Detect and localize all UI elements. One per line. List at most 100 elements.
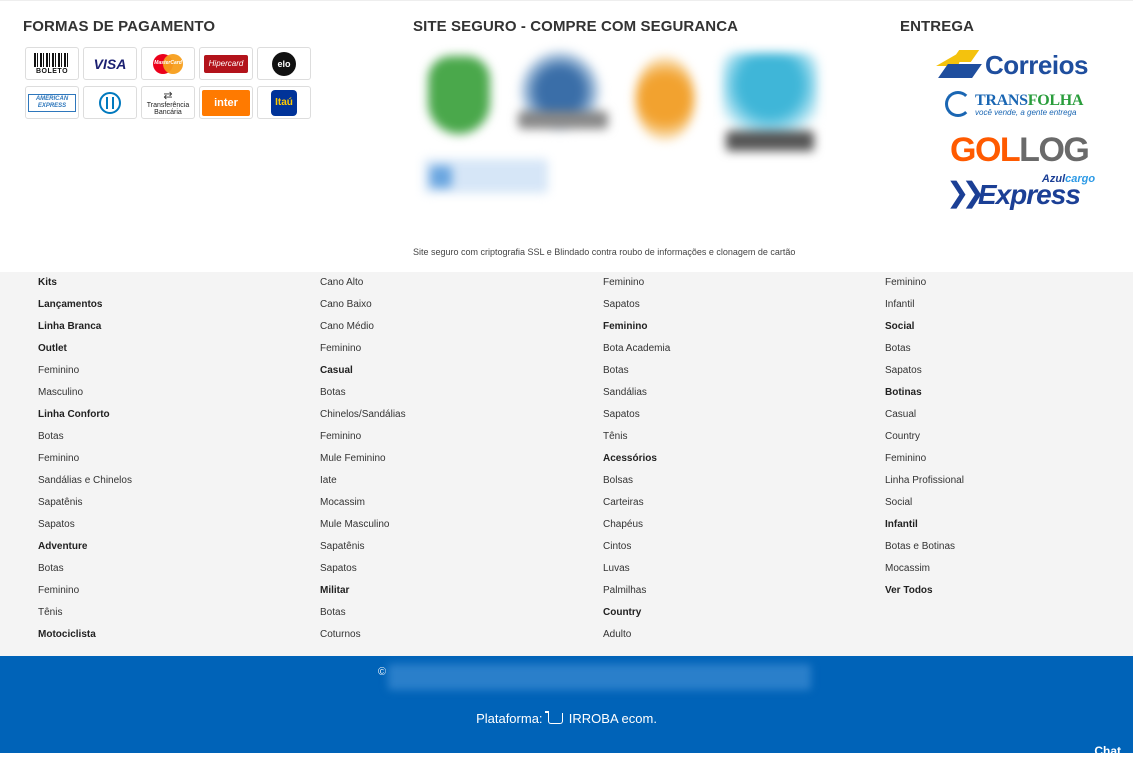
category-link[interactable]: Ver Todos	[885, 580, 964, 602]
category-link[interactable]: Sandálias	[603, 382, 670, 404]
payment-inter: inter	[199, 86, 253, 119]
category-link[interactable]: Lançamentos	[38, 294, 132, 316]
category-link[interactable]: Cano Baixo	[320, 294, 406, 316]
category-link[interactable]: Feminino	[603, 272, 670, 294]
category-column-2: Cano Alto Cano Baixo Cano Médio Feminino Cas…	[320, 272, 406, 646]
category-link[interactable]: Tênis	[603, 426, 670, 448]
cart-icon	[545, 711, 564, 725]
category-link[interactable]: Bolsas	[603, 470, 670, 492]
category-link[interactable]: Feminino	[885, 272, 964, 294]
category-link[interactable]: Kits	[38, 272, 132, 294]
category-link[interactable]: Luvas	[603, 558, 670, 580]
transfer-label-1: Transferência	[146, 101, 190, 109]
category-link[interactable]: Cintos	[603, 536, 670, 558]
category-link[interactable]: Infantil	[885, 294, 964, 316]
platform-name: IRROBA ecom.	[568, 711, 657, 726]
category-link[interactable]: Botas	[38, 558, 132, 580]
category-link[interactable]: Carteiras	[603, 492, 670, 514]
elo-logo: elo	[272, 51, 296, 76]
category-link[interactable]: Country	[603, 602, 670, 624]
category-link[interactable]: Linha Branca	[38, 316, 132, 338]
chat-button[interactable]: Chat	[1094, 744, 1121, 758]
itau-logo: Itaú	[271, 89, 297, 116]
correios-label: Correios	[985, 49, 1088, 80]
category-link[interactable]: Adventure	[38, 536, 132, 558]
payment-mastercard: MasterCard	[141, 47, 195, 80]
category-link[interactable]: Botas	[320, 602, 406, 624]
category-link[interactable]: Iate	[320, 470, 406, 492]
hipercard-logo: Hipercard	[204, 54, 248, 73]
category-link[interactable]: Sapatos	[885, 360, 964, 382]
category-link[interactable]: Sapatos	[38, 514, 132, 536]
category-link[interactable]: Coturnos	[320, 624, 406, 646]
delivery-title: ENTREGA	[900, 18, 975, 35]
category-link[interactable]: Palmilhas	[603, 580, 670, 602]
category-link[interactable]: Feminino	[38, 580, 132, 602]
amex-label-1: AMERICAN	[35, 95, 69, 102]
category-link[interactable]: Mule Masculino	[320, 514, 406, 536]
category-link[interactable]: Linha Profissional	[885, 470, 964, 492]
category-link[interactable]: Sapatos	[603, 294, 670, 316]
payment-bank-transfer: ⇄ Transferência Bancária	[141, 86, 195, 119]
category-link[interactable]: Motociclista	[38, 624, 132, 646]
category-link[interactable]: Feminino	[320, 426, 406, 448]
category-link[interactable]: Chapéus	[603, 514, 670, 536]
category-link[interactable]: Chinelos/Sandálias	[320, 404, 406, 426]
transfer-label-2: Bancária	[154, 108, 182, 116]
category-link[interactable]: Botas	[603, 360, 670, 382]
category-link[interactable]: Sapatos	[320, 558, 406, 580]
category-link[interactable]: Masculino	[38, 382, 132, 404]
bottom-footer: © Plataforma: IRROBA ecom. Chat	[0, 656, 1133, 758]
inter-logo: inter	[202, 89, 250, 116]
security-seal-shield-icon	[428, 56, 490, 134]
category-link[interactable]: Feminino	[38, 360, 132, 382]
category-link[interactable]: Botas e Botinas	[885, 536, 964, 558]
category-link[interactable]: Sapatênis	[38, 492, 132, 514]
payment-visa: VISA	[83, 47, 137, 80]
boleto-label: BOLETO	[35, 67, 69, 75]
gollog-label-b: LOG	[1019, 131, 1090, 169]
gollog-logo: GOL LOG	[950, 131, 1090, 170]
category-link[interactable]: Feminino	[885, 448, 964, 470]
mastercard-label: MasterCard	[154, 59, 182, 66]
category-link[interactable]: Casual	[885, 404, 964, 426]
category-link[interactable]: Sandálias e Chinelos	[38, 470, 132, 492]
category-link[interactable]: Country	[885, 426, 964, 448]
platform-credit[interactable]: Plataforma: IRROBA ecom.	[0, 711, 1133, 726]
category-link[interactable]: Mocassim	[885, 558, 964, 580]
security-seal-blue-bar	[726, 131, 814, 151]
category-link[interactable]: Militar	[320, 580, 406, 602]
category-link[interactable]: Sapatênis	[320, 536, 406, 558]
category-link[interactable]: Linha Conforto	[38, 404, 132, 426]
category-link[interactable]: Cano Médio	[320, 316, 406, 338]
copyright-text-blurred	[388, 664, 811, 690]
copyright-symbol: ©	[378, 666, 387, 678]
category-link[interactable]: Outlet	[38, 338, 132, 360]
category-link[interactable]: Sapatos	[603, 404, 670, 426]
category-link[interactable]: Feminino	[38, 448, 132, 470]
category-link[interactable]: Social	[885, 492, 964, 514]
category-link[interactable]: Bota Academia	[603, 338, 670, 360]
category-link[interactable]: Infantil	[885, 514, 964, 536]
category-link[interactable]: Acessórios	[603, 448, 670, 470]
visa-logo: VISA	[93, 55, 127, 72]
category-link[interactable]: Adulto	[603, 624, 670, 646]
category-link[interactable]: Botas	[885, 338, 964, 360]
category-link[interactable]: Casual	[320, 360, 406, 382]
category-link[interactable]: Cano Alto	[320, 272, 406, 294]
security-seal-medal	[635, 56, 695, 141]
category-link[interactable]: Mocassim	[320, 492, 406, 514]
category-link[interactable]: Social	[885, 316, 964, 338]
category-link[interactable]: Botas	[38, 426, 132, 448]
category-link[interactable]: Tênis	[38, 602, 132, 624]
category-link[interactable]: Feminino	[603, 316, 670, 338]
category-link[interactable]: Botas	[320, 382, 406, 404]
security-seal-blue	[722, 53, 818, 133]
category-link[interactable]: Botinas	[885, 382, 964, 404]
correios-mark-icon	[936, 48, 983, 82]
category-link[interactable]: Mule Feminino	[320, 448, 406, 470]
azul-label-main: Express	[977, 179, 1081, 210]
payment-elo: elo	[257, 47, 311, 80]
category-link[interactable]: Feminino	[320, 338, 406, 360]
transfolha-logo: TRANSFOLHA você vende, a gente entrega	[945, 91, 1083, 117]
